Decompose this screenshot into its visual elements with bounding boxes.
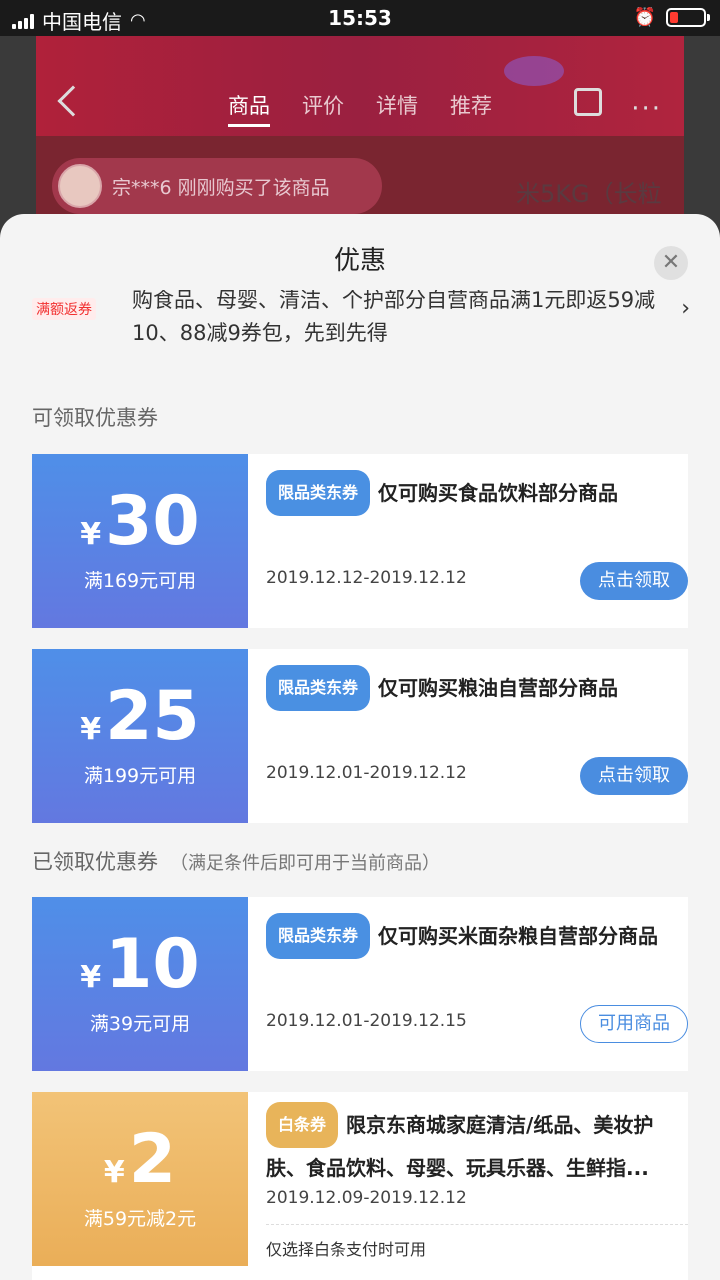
tab-recommend[interactable]: 推荐: [450, 90, 492, 127]
coupon-amount: 25: [105, 677, 200, 756]
decorative-swoosh: [504, 56, 564, 86]
yen-symbol: ¥: [80, 712, 102, 747]
coupon-amount: 10: [105, 925, 200, 1004]
claimed-section-title: 已领取优惠券 （满足条件后即可用于当前商品）: [32, 846, 440, 876]
sheet-title: 优惠: [333, 246, 386, 276]
claimed-section-label: 已领取优惠券: [32, 850, 158, 874]
coupon-validity: 2019.12.12-2019.12.12: [266, 568, 467, 588]
alarm-icon: ⏰: [633, 7, 656, 28]
coupon-description: 仅可购买粮油自营部分商品: [378, 676, 619, 700]
promo-row[interactable]: 满额返券 购食品、母婴、清洁、个护部分自营商品满1元即返59减10、88减9券包…: [32, 290, 692, 354]
coupon-amount-panel: ¥2 满59元减2元: [32, 1092, 248, 1266]
coupon-sheet: 优惠 ✕ 满额返券 购食品、母婴、清洁、个护部分自营商品满1元即返59减10、8…: [0, 214, 720, 1280]
chevron-right-icon: ›: [681, 296, 690, 321]
coupon-amount-panel: ¥10 满39元可用: [32, 897, 248, 1071]
coupon-note: 仅选择白条支付时可用: [266, 1240, 427, 1259]
coupon-description: 仅可购买食品饮料部分商品: [378, 481, 619, 505]
promo-text: 购食品、母婴、清洁、个护部分自营商品满1元即返59减10、88减9券包，先到先得: [132, 290, 656, 345]
coupon-type-badge: 限品类东券: [266, 913, 371, 959]
share-icon[interactable]: [574, 88, 602, 116]
coupon-amount: 30: [105, 482, 200, 561]
tab-goods[interactable]: 商品: [228, 90, 270, 127]
status-bar: 中国电信 ◠ 15:53 ⏰: [0, 0, 720, 36]
coupon-amount-panel: ¥25 满199元可用: [32, 649, 248, 823]
coupon-card: ¥25 满199元可用 限品类东券 仅可购买粮油自营部分商品 2019.12.01…: [32, 649, 688, 823]
coupon-condition: 满199元可用: [83, 765, 197, 787]
yen-symbol: ¥: [103, 1155, 125, 1190]
divider: [266, 1224, 688, 1225]
coupon-validity: 2019.12.01-2019.12.12: [266, 763, 467, 783]
coupon-card: ¥10 满39元可用 限品类东券 仅可购买米面杂粮自营部分商品 2019.12.0…: [32, 897, 688, 1071]
tab-reviews[interactable]: 评价: [302, 90, 344, 127]
buyer-notice: 宗***6 刚刚购买了该商品: [52, 158, 382, 214]
more-icon[interactable]: ···: [631, 94, 662, 124]
coupon-amount-panel: ¥30 满169元可用: [32, 454, 248, 628]
claim-button[interactable]: 点击领取: [580, 757, 688, 795]
usable-products-button[interactable]: 可用商品: [580, 1005, 688, 1043]
promo-tag: 满额返券: [32, 298, 96, 320]
claim-button[interactable]: 点击领取: [580, 562, 688, 600]
coupon-type-badge: 限品类东券: [266, 470, 371, 516]
avatar: [58, 164, 102, 208]
yen-symbol: ¥: [80, 517, 102, 552]
coupon-condition: 满169元可用: [83, 570, 197, 592]
coupon-validity: 2019.12.09-2019.12.12: [266, 1188, 467, 1208]
coupon-condition: 满59元减2元: [83, 1208, 197, 1230]
clock: 15:53: [328, 6, 392, 30]
coupon-type-badge: 限品类东券: [266, 665, 371, 711]
available-section-title: 可领取优惠券: [32, 406, 158, 430]
claimed-section-subtitle: （满足条件后即可用于当前商品）: [170, 853, 440, 874]
coupon-card: ¥2 满59元减2元 白条券 限京东商城家庭清洁/纸品、美妆护肤、食品饮料、母婴、…: [32, 1092, 688, 1280]
close-button[interactable]: ✕: [654, 246, 688, 280]
tab-details[interactable]: 详情: [376, 90, 418, 127]
battery-icon: [666, 8, 710, 27]
coupon-card: ¥30 满169元可用 限品类东券 仅可购买食品饮料部分商品 2019.12.12…: [32, 454, 688, 628]
yen-symbol: ¥: [80, 960, 102, 995]
coupon-amount: 2: [128, 1120, 177, 1199]
coupon-description: 仅可购买米面杂粮自营部分商品: [378, 924, 659, 948]
coupon-condition: 满39元可用: [89, 1013, 191, 1035]
coupon-validity: 2019.12.01-2019.12.15: [266, 1011, 467, 1031]
coupon-type-badge: 白条券: [266, 1102, 339, 1148]
buyer-notice-text: 宗***6 刚刚购买了该商品: [112, 176, 330, 199]
background-product-page: 商品 评价 详情 推荐 ··· 米5KG（长粒香米 宗***6 刚刚购买了该商品: [36, 36, 684, 236]
